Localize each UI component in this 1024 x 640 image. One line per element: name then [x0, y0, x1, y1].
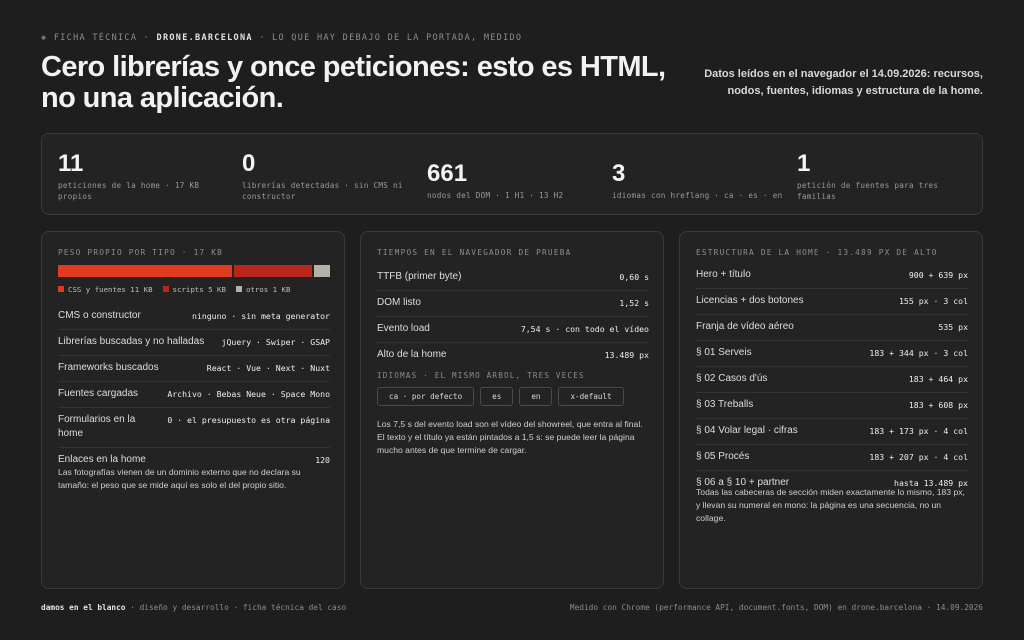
panel-heading: TIEMPOS EN EL NAVEGADOR DE PRUEBA [377, 248, 572, 257]
table-row: Fuentes cargadas Archivo · Bebas Neue · S… [58, 382, 330, 408]
table-row: Evento load 7,54 s · con todo el vídeo [377, 317, 649, 343]
weight-bar [58, 265, 330, 277]
table-row: § 05 Procés 183 + 207 px · 4 col [696, 445, 968, 471]
language-chip-ca: ca · por defecto [377, 387, 475, 406]
stats-strip: 11 peticiones de la home · 17 KB propios … [41, 133, 983, 215]
legend-label: CSS y fuentes 11 KB [68, 285, 153, 294]
table-row: § 04 Volar legal · cifras 183 + 173 px · … [696, 419, 968, 445]
stat-dom-nodes: 661 nodos del DOM · 1 H1 · 13 H2 [427, 160, 564, 200]
structure-panel: ESTRUCTURA DE LA HOME · 13.489 PX DE ALT… [679, 231, 983, 589]
languages-heading: IDIOMAS · EL MISMO ÁRBOL, TRES VECES [377, 371, 585, 380]
weight-legend: CSS y fuentes 11 KB scripts 5 KB otros 1 K… [58, 285, 290, 294]
table-row: DOM listo 1,52 s [377, 291, 649, 317]
structure-rows: Hero + título 900 + 639 px Licencias + do… [696, 263, 968, 496]
weight-bar-segment [233, 265, 313, 277]
table-row: Frameworks buscados React · Vue · Next · … [58, 356, 330, 382]
table-row: Hero + título 900 + 639 px [696, 263, 968, 289]
table-row: Formularios en la home 0 · el presupuesto… [58, 408, 330, 448]
weight-panel: PESO PROPIO POR TIPO · 17 KB CSS y fuent… [41, 231, 345, 589]
language-chip-es: es [480, 387, 514, 406]
stat-languages: 3 idiomas con hreflang · ca · es · en [612, 160, 783, 200]
legend-swatch [162, 286, 169, 292]
weight-bar-segment [58, 265, 232, 277]
language-chip-x-default: x-default [558, 387, 624, 406]
table-row: Librerías buscadas y no halladas jQuery ·… [58, 330, 330, 356]
table-row: Licencias + dos botones 155 px · 3 col [696, 289, 968, 315]
tech-rows: CMS o constructor ninguno · sin meta gene… [58, 304, 330, 473]
stat-requests: 11 peticiones de la home · 17 KB propios [58, 150, 200, 201]
legend-item: CSS y fuentes 11 KB [58, 285, 153, 294]
legend-swatch [58, 286, 64, 292]
legend-item: otros 1 KB [235, 285, 291, 294]
footer-method: Medido con Chrome (performance API, docu… [569, 603, 983, 612]
panel-heading: ESTRUCTURA DE LA HOME · 13.489 PX DE ALT… [696, 248, 938, 257]
table-row: § 02 Casos d'ús 183 + 464 px [696, 367, 968, 393]
weight-bar-segment [314, 265, 330, 277]
legend-label: scripts 5 KB [172, 285, 226, 294]
stat-libraries: 0 librerías detectadas · sin CMS ni const… [242, 150, 403, 201]
timing-panel: TIEMPOS EN EL NAVEGADOR DE PRUEBA TTFB (… [360, 231, 664, 589]
language-chip-en: en [519, 387, 553, 406]
eyebrow: ◈ FICHA TÉCNICA · DRONE.BARCELONA · LO Q… [41, 33, 523, 43]
table-row: CMS o constructor ninguno · sin meta gene… [58, 304, 330, 330]
timing-rows: TTFB (primer byte) 0,60 s DOM listo 1,52 s… [377, 265, 649, 368]
stat-font-requests: 1 petición de fuentes para tres familias [797, 150, 939, 201]
measurement-note: Datos leídos en el navegador el 14.09.20… [704, 68, 983, 97]
language-chips: ca · por defecto es en x-default [377, 387, 624, 406]
panel-note: Las fotografías vienen de un dominio ext… [58, 467, 301, 490]
legend-label: otros 1 KB [245, 285, 291, 294]
table-row: TTFB (primer byte) 0,60 s [377, 265, 649, 291]
panel-heading: PESO PROPIO POR TIPO · 17 KB [58, 248, 224, 257]
table-row: Alto de la home 13.489 px [377, 349, 649, 360]
legend-swatch [235, 286, 242, 292]
table-row: Franja de vídeo aéreo 535 px [696, 315, 968, 341]
page-title: Cero librerías y once peticiones: esto e… [41, 51, 666, 114]
footer-brand: damos en el blanco [41, 603, 126, 612]
legend-item: scripts 5 KB [162, 285, 226, 294]
table-row: § 03 Treballs 183 + 608 px [696, 393, 968, 419]
footer-credits: damos en el blanco · diseño y desarrollo… [41, 603, 347, 612]
table-row: § 01 Serveis 183 + 344 px · 3 col [696, 341, 968, 367]
panel-note: Todas las cabeceras de sección miden exa… [696, 487, 965, 523]
site-name: DRONE.BARCELONA [156, 33, 253, 43]
panel-note: Los 7,5 s del evento load son el vídeo d… [377, 419, 643, 455]
